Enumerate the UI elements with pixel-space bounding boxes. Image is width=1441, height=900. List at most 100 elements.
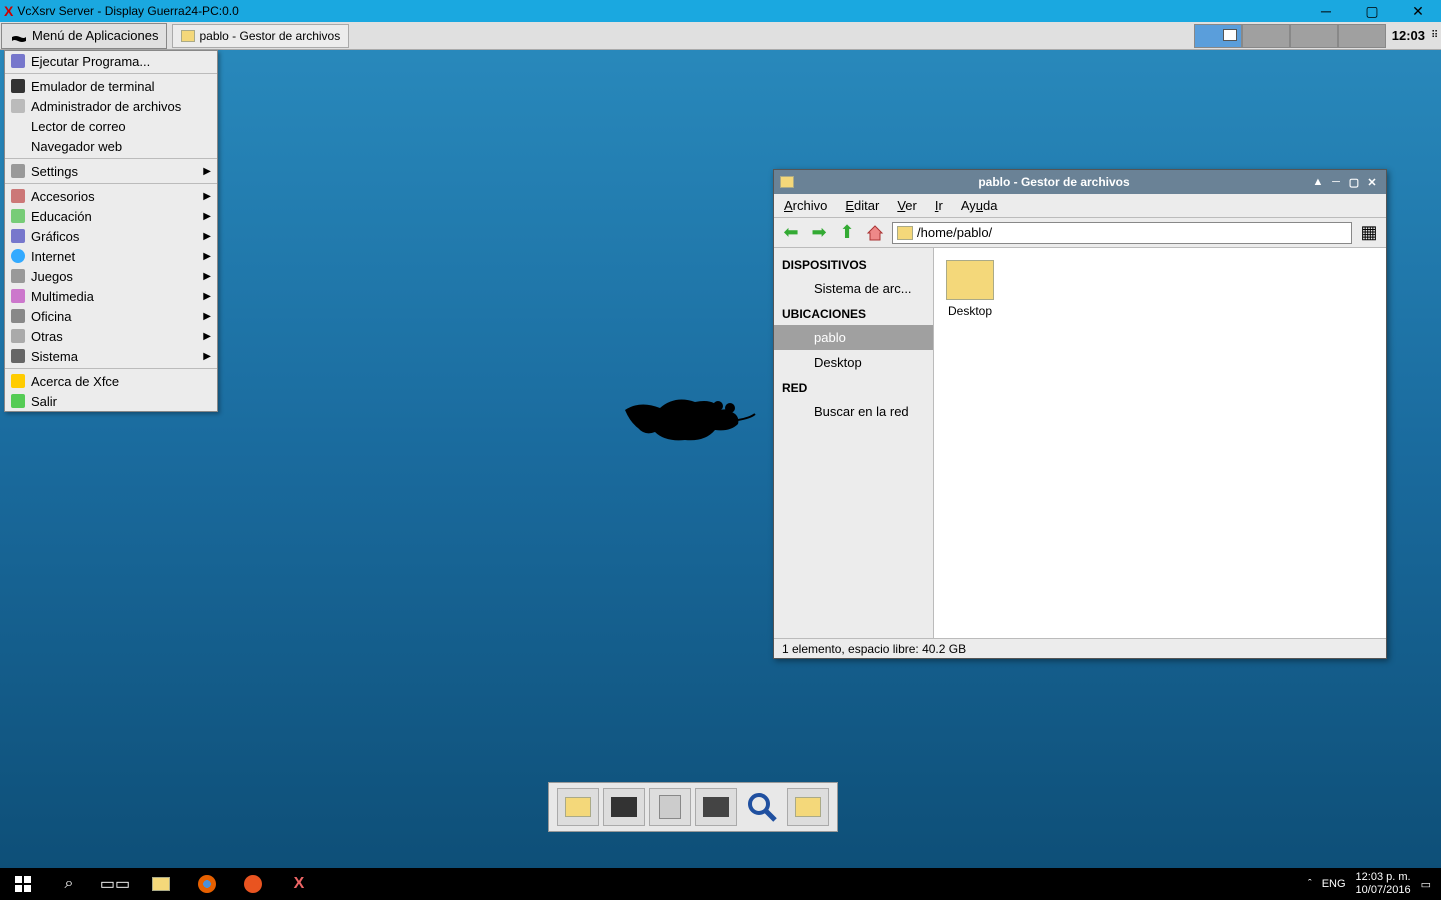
menu-system[interactable]: Sistema▶: [5, 346, 217, 366]
dock-search[interactable]: [741, 788, 783, 826]
applications-menu-label: Menú de Aplicaciones: [32, 28, 158, 43]
xfce-dock: [548, 782, 838, 832]
graphics-icon: [11, 229, 25, 243]
submenu-arrow-icon: ▶: [203, 311, 211, 322]
window-minimize-button[interactable]: ─: [1328, 174, 1344, 190]
menu-run-program[interactable]: Ejecutar Programa...: [5, 51, 217, 71]
submenu-arrow-icon: ▶: [203, 231, 211, 242]
dock-screenshot[interactable]: [695, 788, 737, 826]
tray-language[interactable]: ENG: [1322, 878, 1346, 890]
settings-icon: [11, 164, 25, 178]
wallpaper-xfce-mouse: [620, 380, 760, 460]
run-icon: [11, 54, 25, 68]
folder-icon: [780, 176, 794, 188]
window-close-button[interactable]: ✕: [1364, 174, 1380, 190]
folder-icon: [152, 877, 170, 891]
tray-date: 10/07/2016: [1356, 884, 1411, 897]
nav-back-button[interactable]: ⬅: [780, 222, 802, 244]
sidebar-desktop[interactable]: Desktop: [774, 350, 933, 375]
nav-forward-button[interactable]: ➡: [808, 222, 830, 244]
folder-item-desktop[interactable]: Desktop: [946, 260, 994, 318]
menu-mail-reader[interactable]: Lector de correo: [5, 116, 217, 136]
view-toggle-button[interactable]: ▦: [1358, 222, 1380, 244]
start-button[interactable]: [0, 868, 46, 900]
other-icon: [11, 329, 25, 343]
taskbar-item-label: pablo - Gestor de archivos: [199, 29, 340, 43]
menu-file-manager[interactable]: Administrador de archivos: [5, 96, 217, 116]
workspace-3[interactable]: [1290, 24, 1338, 48]
taskbar-item-filemanager[interactable]: pablo - Gestor de archivos: [172, 24, 349, 48]
menu-separator: [5, 158, 217, 159]
menu-archivo[interactable]: Archivo: [784, 198, 827, 213]
nav-up-button[interactable]: ⬆: [836, 222, 858, 244]
vcxsrv-title: VcXsrv Server - Display Guerra24-PC:0.0: [17, 4, 238, 18]
path-bar[interactable]: /home/pablo/: [892, 222, 1352, 244]
path-text: /home/pablo/: [917, 225, 992, 240]
sidebar: DISPOSITIVOS Sistema de arc... UBICACION…: [774, 248, 934, 638]
nav-home-button[interactable]: [864, 222, 886, 244]
folder-icon: [946, 260, 994, 300]
menu-logout[interactable]: Salir: [5, 391, 217, 411]
menu-separator: [5, 183, 217, 184]
workspace-2[interactable]: [1242, 24, 1290, 48]
sidebar-filesystem[interactable]: Sistema de arc...: [774, 276, 933, 301]
tray-clock[interactable]: 12:03 p. m. 10/07/2016: [1356, 871, 1411, 897]
games-icon: [11, 269, 25, 283]
dock-terminal[interactable]: [603, 788, 645, 826]
task-view-button[interactable]: ▭▭: [92, 868, 138, 900]
window-maximize-button[interactable]: ▢: [1346, 174, 1362, 190]
dock-filemanager[interactable]: [557, 788, 599, 826]
tray-chevron-up-icon[interactable]: ˆ: [1308, 878, 1312, 890]
close-button[interactable]: ✕: [1395, 0, 1441, 22]
applications-menu: Ejecutar Programa... Emulador de termina…: [4, 50, 218, 412]
menu-ayuda[interactable]: Ayuda: [961, 198, 998, 213]
menu-other[interactable]: Otras▶: [5, 326, 217, 346]
taskbar-firefox[interactable]: [184, 868, 230, 900]
menu-ver[interactable]: Ver: [897, 198, 917, 213]
menu-settings[interactable]: Settings▶: [5, 161, 217, 181]
submenu-arrow-icon: ▶: [203, 191, 211, 202]
system-icon: [11, 349, 25, 363]
minimize-button[interactable]: ─: [1303, 0, 1349, 22]
workspace-switcher[interactable]: [1194, 24, 1386, 48]
menu-graphics[interactable]: Gráficos▶: [5, 226, 217, 246]
submenu-arrow-icon: ▶: [203, 271, 211, 282]
menu-separator: [5, 368, 217, 369]
star-icon: [11, 374, 25, 388]
workspace-4[interactable]: [1338, 24, 1386, 48]
menu-internet[interactable]: Internet▶: [5, 246, 217, 266]
screenshot-icon: [703, 797, 729, 817]
menu-office[interactable]: Oficina▶: [5, 306, 217, 326]
panel-clock[interactable]: 12:03: [1386, 28, 1431, 43]
workspace-1[interactable]: [1194, 24, 1242, 48]
applications-menu-button[interactable]: Menú de Aplicaciones: [1, 23, 167, 49]
x11-icon: X: [4, 3, 13, 19]
maximize-button[interactable]: ▢: [1349, 0, 1395, 22]
sidebar-home[interactable]: pablo: [774, 325, 933, 350]
menu-editar[interactable]: Editar: [845, 198, 879, 213]
menu-web-browser[interactable]: Navegador web: [5, 136, 217, 156]
menu-ir[interactable]: Ir: [935, 198, 943, 213]
menu-games[interactable]: Juegos▶: [5, 266, 217, 286]
panel-handle[interactable]: ⠿: [1431, 30, 1441, 41]
submenu-arrow-icon: ▶: [203, 351, 211, 362]
menu-multimedia[interactable]: Multimedia▶: [5, 286, 217, 306]
search-button[interactable]: ⌕: [46, 868, 92, 900]
sidebar-browse-network[interactable]: Buscar en la red: [774, 399, 933, 424]
folder-label: Desktop: [946, 304, 994, 318]
toolbar: ⬅ ➡ ⬆ /home/pablo/ ▦: [774, 218, 1386, 248]
dock-trash[interactable]: [787, 788, 829, 826]
window-pin-button[interactable]: ▲: [1310, 174, 1326, 190]
sidebar-places-header: UBICACIONES: [774, 301, 933, 325]
taskbar-vcxsrv[interactable]: X: [276, 868, 322, 900]
file-view[interactable]: Desktop: [934, 248, 1386, 638]
menu-education[interactable]: Educación▶: [5, 206, 217, 226]
taskbar-explorer[interactable]: [138, 868, 184, 900]
menu-accessories[interactable]: Accesorios▶: [5, 186, 217, 206]
taskbar-ubuntu[interactable]: [230, 868, 276, 900]
menu-about-xfce[interactable]: Acerca de Xfce: [5, 371, 217, 391]
window-titlebar[interactable]: pablo - Gestor de archivos ▲ ─ ▢ ✕: [774, 170, 1386, 194]
action-center-icon[interactable]: ▭: [1421, 878, 1431, 891]
dock-drives[interactable]: [649, 788, 691, 826]
menu-terminal[interactable]: Emulador de terminal: [5, 76, 217, 96]
